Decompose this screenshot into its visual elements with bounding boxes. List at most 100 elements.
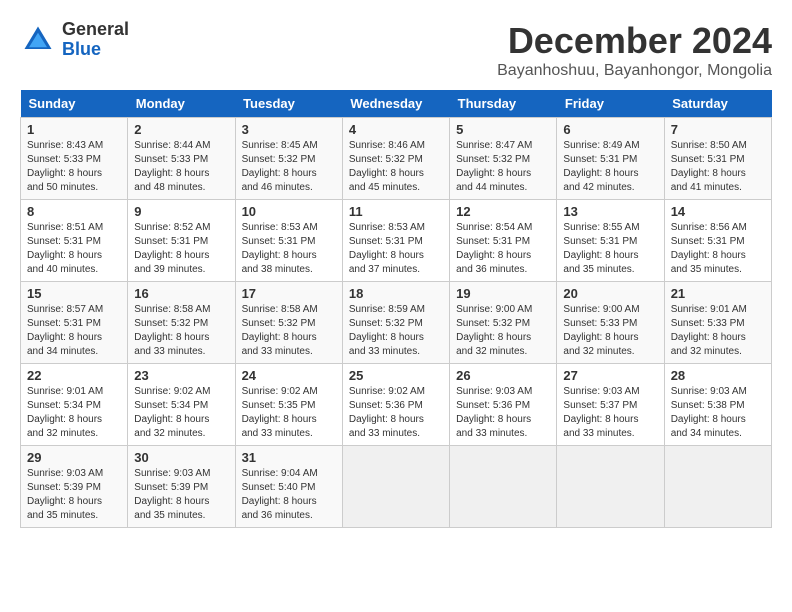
day-number: 27 [563,368,657,383]
calendar-cell: 19 Sunrise: 9:00 AM Sunset: 5:32 PM Dayli… [450,282,557,364]
calendar-cell: 28 Sunrise: 9:03 AM Sunset: 5:38 PM Dayli… [664,364,771,446]
day-number: 24 [242,368,336,383]
calendar-week-row: 8 Sunrise: 8:51 AM Sunset: 5:31 PM Daylig… [21,200,772,282]
title-section: December 2024 Bayanhoshuu, Bayanhongor, … [497,20,772,80]
calendar-cell: 13 Sunrise: 8:55 AM Sunset: 5:31 PM Dayli… [557,200,664,282]
day-number: 26 [456,368,550,383]
day-number: 22 [27,368,121,383]
day-detail: Sunrise: 8:51 AM Sunset: 5:31 PM Dayligh… [27,221,121,277]
day-number: 21 [671,286,765,301]
day-number: 10 [242,204,336,219]
day-number: 28 [671,368,765,383]
day-detail: Sunrise: 9:03 AM Sunset: 5:39 PM Dayligh… [134,467,228,523]
logo-text: General Blue [62,20,129,60]
day-number: 25 [349,368,443,383]
day-detail: Sunrise: 8:46 AM Sunset: 5:32 PM Dayligh… [349,139,443,195]
calendar-cell: 4 Sunrise: 8:46 AM Sunset: 5:32 PM Daylig… [342,118,449,200]
calendar-cell: 1 Sunrise: 8:43 AM Sunset: 5:33 PM Daylig… [21,118,128,200]
day-number: 19 [456,286,550,301]
day-number: 12 [456,204,550,219]
day-detail: Sunrise: 8:56 AM Sunset: 5:31 PM Dayligh… [671,221,765,277]
day-detail: Sunrise: 8:57 AM Sunset: 5:31 PM Dayligh… [27,303,121,359]
calendar-cell: 3 Sunrise: 8:45 AM Sunset: 5:32 PM Daylig… [235,118,342,200]
day-detail: Sunrise: 8:53 AM Sunset: 5:31 PM Dayligh… [242,221,336,277]
day-detail: Sunrise: 9:00 AM Sunset: 5:32 PM Dayligh… [456,303,550,359]
calendar-week-row: 29 Sunrise: 9:03 AM Sunset: 5:39 PM Dayli… [21,446,772,528]
calendar-cell: 12 Sunrise: 8:54 AM Sunset: 5:31 PM Dayli… [450,200,557,282]
day-detail: Sunrise: 9:00 AM Sunset: 5:33 PM Dayligh… [563,303,657,359]
logo: General Blue [20,20,129,60]
calendar-cell: 20 Sunrise: 9:00 AM Sunset: 5:33 PM Dayli… [557,282,664,364]
day-detail: Sunrise: 8:50 AM Sunset: 5:31 PM Dayligh… [671,139,765,195]
calendar-cell: 16 Sunrise: 8:58 AM Sunset: 5:32 PM Dayli… [128,282,235,364]
weekday-header-saturday: Saturday [664,90,771,118]
weekday-header-sunday: Sunday [21,90,128,118]
day-detail: Sunrise: 8:55 AM Sunset: 5:31 PM Dayligh… [563,221,657,277]
day-number: 31 [242,450,336,465]
day-number: 4 [349,122,443,137]
day-detail: Sunrise: 8:52 AM Sunset: 5:31 PM Dayligh… [134,221,228,277]
day-number: 30 [134,450,228,465]
day-number: 5 [456,122,550,137]
day-detail: Sunrise: 8:45 AM Sunset: 5:32 PM Dayligh… [242,139,336,195]
location: Bayanhoshuu, Bayanhongor, Mongolia [497,62,772,80]
calendar-cell: 18Sunrise: 8:59 AM Sunset: 5:32 PM Dayli… [342,282,449,364]
calendar-cell [664,446,771,528]
day-detail: Sunrise: 8:47 AM Sunset: 5:32 PM Dayligh… [456,139,550,195]
day-detail: Sunrise: 8:43 AM Sunset: 5:33 PM Dayligh… [27,139,121,195]
calendar-cell: 11Sunrise: 8:53 AM Sunset: 5:31 PM Dayli… [342,200,449,282]
page-header: General Blue December 2024 Bayanhoshuu, … [20,20,772,80]
day-number: 29 [27,450,121,465]
day-detail: Sunrise: 8:58 AM Sunset: 5:32 PM Dayligh… [242,303,336,359]
calendar-cell: 5 Sunrise: 8:47 AM Sunset: 5:32 PM Daylig… [450,118,557,200]
day-number: 8 [27,204,121,219]
calendar-cell: 10 Sunrise: 8:53 AM Sunset: 5:31 PM Dayli… [235,200,342,282]
calendar-cell: 25Sunrise: 9:02 AM Sunset: 5:36 PM Dayli… [342,364,449,446]
day-detail: Sunrise: 9:03 AM Sunset: 5:38 PM Dayligh… [671,385,765,441]
calendar-cell [450,446,557,528]
day-detail: Sunrise: 8:59 AM Sunset: 5:32 PM Dayligh… [349,303,443,359]
calendar-table: SundayMondayTuesdayWednesdayThursdayFrid… [20,90,772,528]
logo-general: General [62,20,129,40]
calendar-cell: 17 Sunrise: 8:58 AM Sunset: 5:32 PM Dayli… [235,282,342,364]
day-number: 1 [27,122,121,137]
calendar-week-row: 1 Sunrise: 8:43 AM Sunset: 5:33 PM Daylig… [21,118,772,200]
day-detail: Sunrise: 8:58 AM Sunset: 5:32 PM Dayligh… [134,303,228,359]
day-number: 7 [671,122,765,137]
day-detail: Sunrise: 9:03 AM Sunset: 5:39 PM Dayligh… [27,467,121,523]
day-number: 17 [242,286,336,301]
weekday-header-friday: Friday [557,90,664,118]
calendar-cell: 26 Sunrise: 9:03 AM Sunset: 5:36 PM Dayli… [450,364,557,446]
calendar-cell: 31 Sunrise: 9:04 AM Sunset: 5:40 PM Dayli… [235,446,342,528]
logo-icon [20,22,56,58]
calendar-cell: 24 Sunrise: 9:02 AM Sunset: 5:35 PM Dayli… [235,364,342,446]
day-number: 11 [349,204,443,219]
day-number: 20 [563,286,657,301]
day-number: 15 [27,286,121,301]
calendar-cell: 23Sunrise: 9:02 AM Sunset: 5:34 PM Dayli… [128,364,235,446]
day-number: 14 [671,204,765,219]
weekday-header-thursday: Thursday [450,90,557,118]
day-number: 3 [242,122,336,137]
day-number: 2 [134,122,228,137]
day-detail: Sunrise: 9:01 AM Sunset: 5:33 PM Dayligh… [671,303,765,359]
calendar-cell [342,446,449,528]
calendar-cell: 21 Sunrise: 9:01 AM Sunset: 5:33 PM Dayli… [664,282,771,364]
calendar-cell: 29 Sunrise: 9:03 AM Sunset: 5:39 PM Dayli… [21,446,128,528]
day-detail: Sunrise: 8:54 AM Sunset: 5:31 PM Dayligh… [456,221,550,277]
calendar-cell: 30 Sunrise: 9:03 AM Sunset: 5:39 PM Dayli… [128,446,235,528]
calendar-cell: 6Sunrise: 8:49 AM Sunset: 5:31 PM Daylig… [557,118,664,200]
day-number: 23 [134,368,228,383]
weekday-header-wednesday: Wednesday [342,90,449,118]
day-detail: Sunrise: 8:49 AM Sunset: 5:31 PM Dayligh… [563,139,657,195]
day-number: 13 [563,204,657,219]
calendar-week-row: 22 Sunrise: 9:01 AM Sunset: 5:34 PM Dayli… [21,364,772,446]
day-detail: Sunrise: 9:02 AM Sunset: 5:35 PM Dayligh… [242,385,336,441]
day-detail: Sunrise: 9:01 AM Sunset: 5:34 PM Dayligh… [27,385,121,441]
day-detail: Sunrise: 9:04 AM Sunset: 5:40 PM Dayligh… [242,467,336,523]
month-title: December 2024 [497,20,772,62]
day-number: 16 [134,286,228,301]
day-detail: Sunrise: 9:03 AM Sunset: 5:36 PM Dayligh… [456,385,550,441]
weekday-header-monday: Monday [128,90,235,118]
day-number: 9 [134,204,228,219]
